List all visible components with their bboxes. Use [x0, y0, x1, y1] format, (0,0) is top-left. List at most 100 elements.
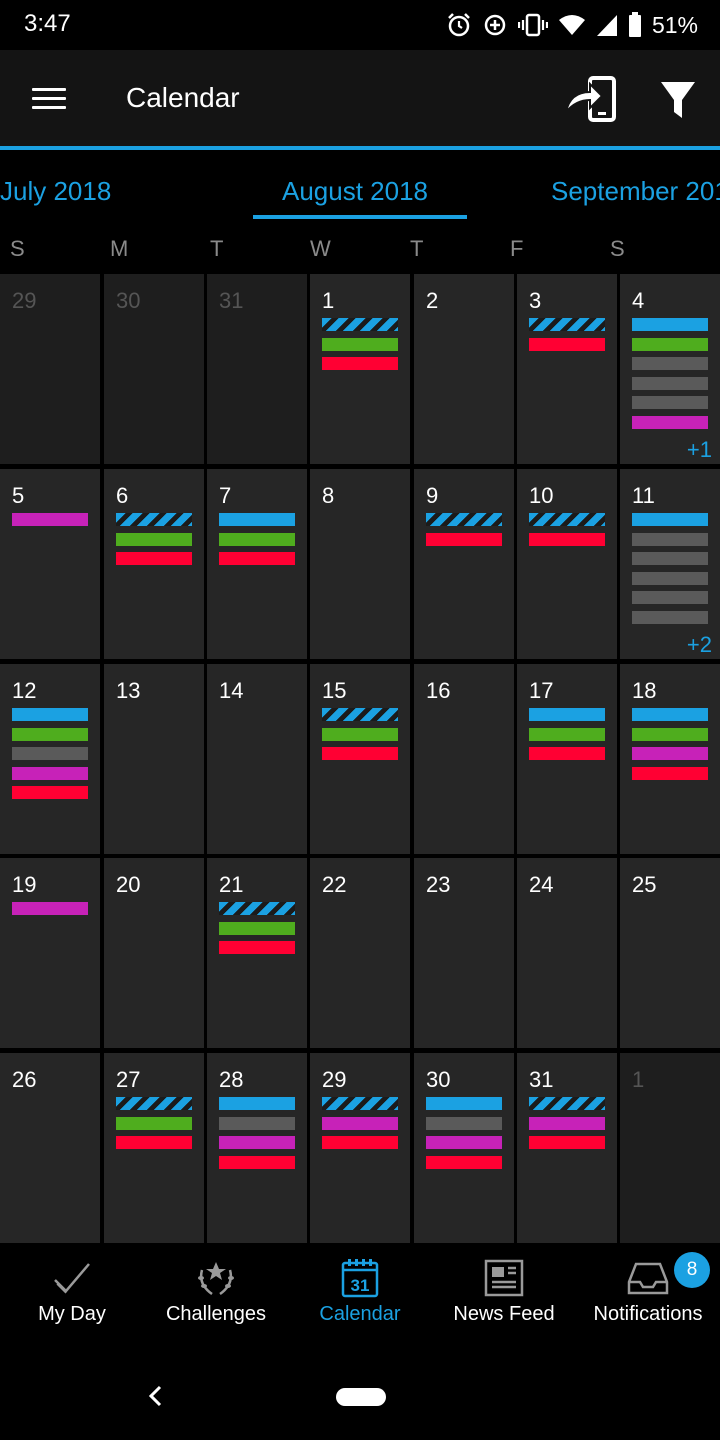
event-bar-red — [322, 747, 398, 760]
day-number: 3 — [529, 288, 542, 313]
event-bar-red — [12, 786, 88, 799]
filter-button[interactable] — [652, 76, 704, 124]
day-cell[interactable]: 31 — [207, 274, 307, 464]
day-cell[interactable]: 10 — [517, 469, 617, 659]
sync-to-device-button[interactable] — [560, 72, 620, 128]
day-cell[interactable]: 25 — [620, 858, 720, 1048]
day-cell[interactable]: 29 — [0, 274, 100, 464]
day-cell[interactable]: 12 — [0, 664, 100, 854]
day-cell[interactable]: 29 — [310, 1053, 410, 1243]
day-cell[interactable]: 1 — [620, 1053, 720, 1243]
event-bar-striped — [322, 1097, 398, 1110]
day-cell[interactable]: 21 — [207, 858, 307, 1048]
nav-my-day[interactable]: My Day — [0, 1246, 144, 1346]
calendar-icon: 31 — [341, 1259, 379, 1298]
month-tabs: July 2018 August 2018 September 2018 — [0, 150, 720, 230]
event-bar-magenta — [632, 415, 708, 429]
event-bar-red — [219, 1155, 295, 1169]
day-cell[interactable]: 30 — [414, 1053, 514, 1243]
day-cell[interactable]: 15 — [310, 664, 410, 854]
menu-button[interactable] — [26, 80, 72, 116]
event-bar-magenta — [12, 902, 88, 915]
status-bar: 3:47 51% — [0, 0, 720, 50]
day-cell[interactable]: 18 — [620, 664, 720, 854]
event-bar-red — [116, 1136, 192, 1149]
day-number: 7 — [219, 483, 232, 508]
day-number: 19 — [12, 872, 37, 897]
day-number: 1 — [322, 288, 335, 313]
day-cell[interactable]: 5 — [0, 469, 100, 659]
day-cell[interactable]: 23 — [414, 858, 514, 1048]
tab-previous-month[interactable]: July 2018 — [0, 176, 111, 207]
day-cell[interactable]: 8 — [310, 469, 410, 659]
event-bar-red — [116, 552, 192, 565]
event-bar-blue — [219, 1097, 295, 1110]
day-cell[interactable]: 2 — [414, 274, 514, 464]
day-number: 27 — [116, 1067, 141, 1092]
day-cell[interactable]: 1 — [310, 274, 410, 464]
current-month-indicator — [253, 215, 467, 219]
day-cell[interactable]: 31 — [517, 1053, 617, 1243]
day-number: 21 — [219, 872, 244, 897]
day-cell[interactable]: 13 — [104, 664, 204, 854]
nav-calendar[interactable]: 31 Calendar — [288, 1246, 432, 1346]
day-cell[interactable]: 14 — [207, 664, 307, 854]
day-number: 14 — [219, 678, 244, 703]
event-bar-red — [426, 1155, 502, 1169]
day-number: 29 — [12, 288, 37, 313]
day-number: 2 — [426, 288, 439, 313]
nav-news-feed[interactable]: News Feed — [432, 1246, 576, 1346]
day-number: 28 — [219, 1067, 244, 1092]
day-cell[interactable]: 16 — [414, 664, 514, 854]
event-bar-gray — [632, 591, 708, 604]
event-bar-gray — [632, 396, 708, 409]
event-bar-red — [322, 1136, 398, 1149]
day-cell[interactable]: 22 — [310, 858, 410, 1048]
day-number: 26 — [12, 1067, 37, 1092]
day-number: 6 — [116, 483, 129, 508]
event-bar-red — [219, 552, 295, 565]
event-bar-blue — [426, 1097, 502, 1110]
event-bar-blue — [529, 708, 605, 721]
day-cell[interactable]: 4 +1 — [620, 274, 720, 464]
day-cell[interactable]: 30 — [104, 274, 204, 464]
event-bar-blue — [632, 513, 708, 526]
event-bar-striped — [322, 318, 398, 331]
event-bar-red — [529, 337, 605, 351]
day-number: 13 — [116, 678, 141, 703]
event-bar-blue — [632, 708, 708, 721]
event-bar-blue — [12, 708, 88, 721]
day-cell[interactable]: 6 — [104, 469, 204, 659]
day-number: 9 — [426, 483, 439, 508]
weekday-label: M — [110, 236, 129, 261]
day-cell[interactable]: 27 — [104, 1053, 204, 1243]
day-cell[interactable]: 17 — [517, 664, 617, 854]
day-number: 25 — [632, 872, 657, 897]
day-cell[interactable]: 19 — [0, 858, 100, 1048]
day-cell[interactable]: 20 — [104, 858, 204, 1048]
nav-label: My Day — [38, 1303, 106, 1325]
event-bar-gray — [632, 532, 708, 546]
nav-challenges[interactable]: Challenges — [144, 1246, 288, 1346]
event-bar-red — [426, 532, 502, 546]
day-cell[interactable]: 26 — [0, 1053, 100, 1243]
day-number: 20 — [116, 872, 141, 897]
back-icon[interactable] — [144, 1384, 168, 1408]
day-cell[interactable]: 9 — [414, 469, 514, 659]
day-cell[interactable]: 7 — [207, 469, 307, 659]
laurel-icon — [198, 1262, 234, 1296]
day-cell[interactable]: 28 — [207, 1053, 307, 1243]
day-number: 22 — [322, 872, 347, 897]
home-button[interactable] — [336, 1388, 386, 1406]
tab-next-month[interactable]: September 2018 — [551, 176, 720, 207]
day-cell[interactable]: 11 +2 — [620, 469, 720, 659]
day-number: 11 — [632, 483, 655, 508]
tab-current-month[interactable]: August 2018 — [282, 176, 428, 207]
status-icons: 51% — [446, 9, 698, 41]
day-number: 12 — [12, 678, 37, 703]
event-bar-striped — [529, 318, 605, 331]
page-title: Calendar — [126, 82, 240, 113]
weekday-label: W — [310, 236, 331, 261]
day-cell[interactable]: 3 — [517, 274, 617, 464]
day-cell[interactable]: 24 — [517, 858, 617, 1048]
